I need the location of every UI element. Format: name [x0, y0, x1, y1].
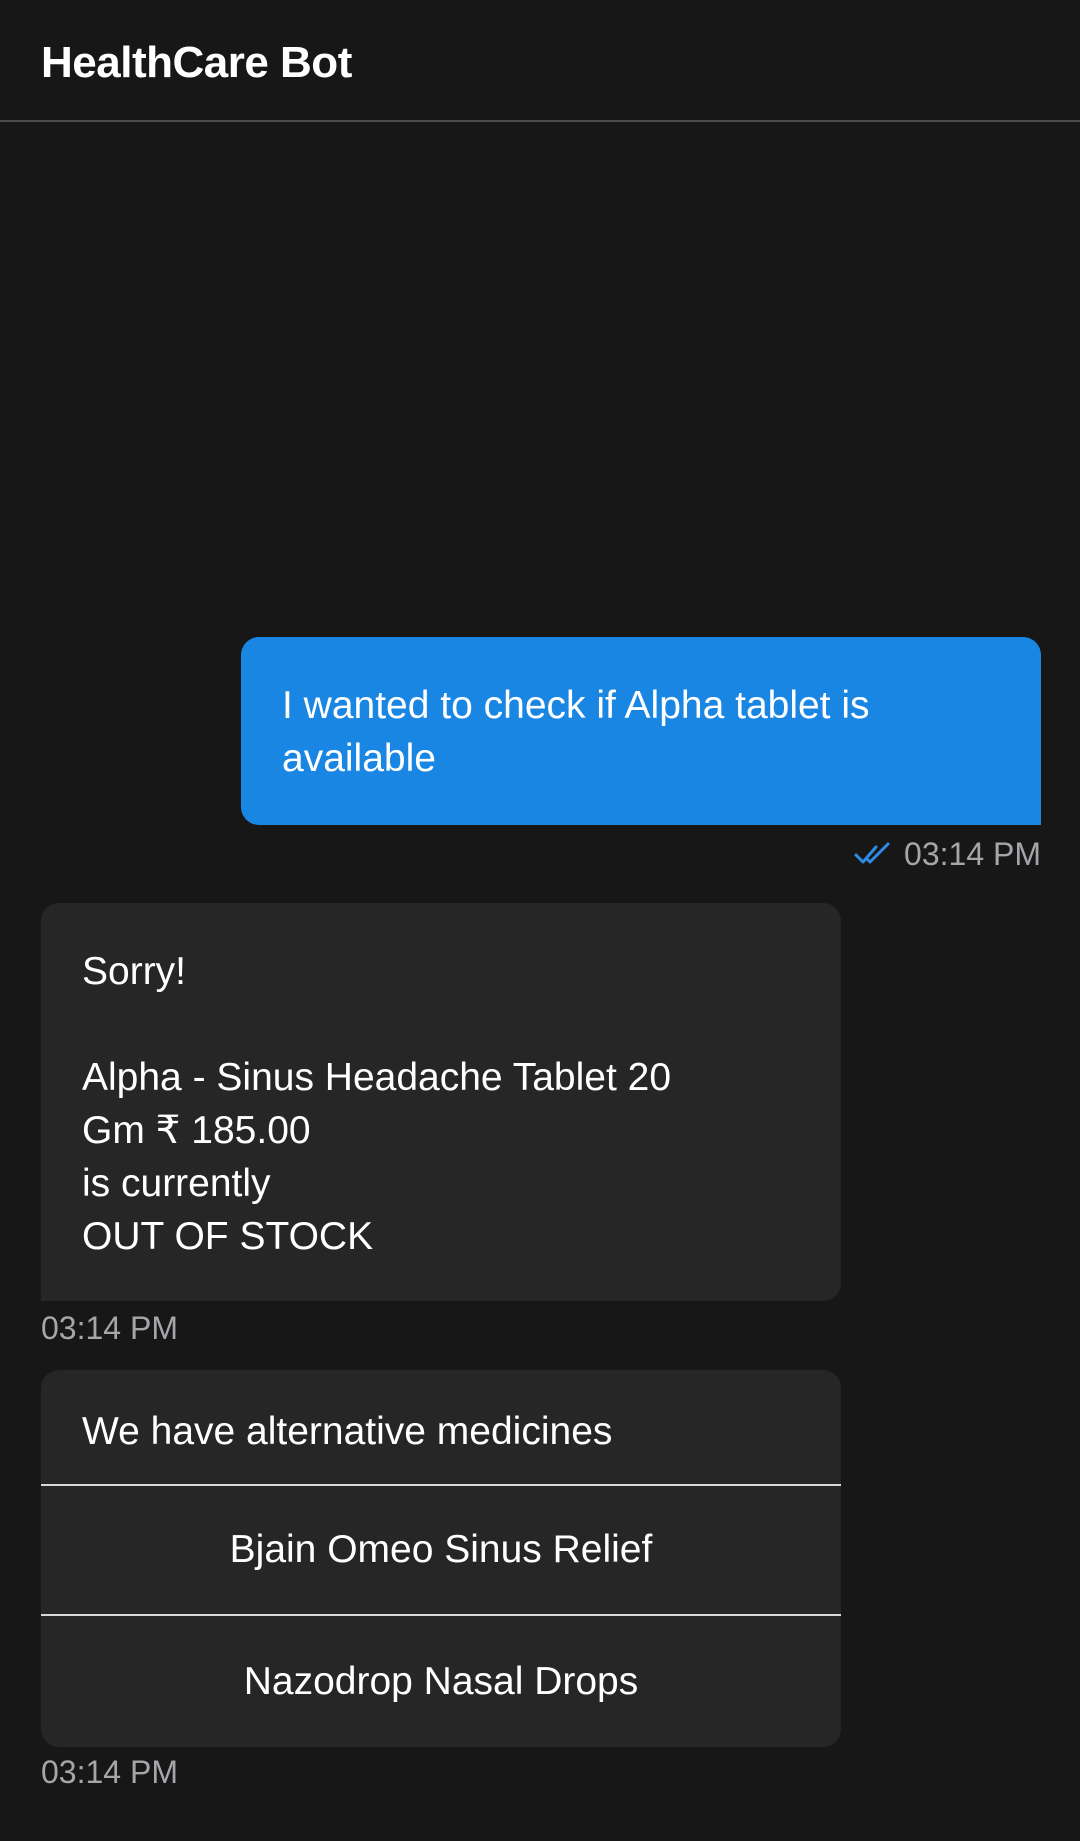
user-message-text: I wanted to check if Alpha tablet is ava… [282, 684, 870, 780]
user-message-time: 03:14 PM [904, 835, 1041, 872]
bot-message-line: Alpha - Sinus Headache Tablet 20 [82, 1056, 672, 1099]
double-check-icon [854, 842, 890, 864]
chat-title: HealthCare Bot [41, 38, 352, 87]
alternatives-time: 03:14 PM [41, 1754, 178, 1790]
divider [41, 1614, 841, 1616]
bot-message-bubble: Sorry! Alpha - Sinus Headache Tablet 20 … [41, 903, 841, 1301]
alternatives-prompt: We have alternative medicines [82, 1410, 613, 1453]
alternatives-card: We have alternative medicines Bjain Omeo… [41, 1370, 841, 1747]
user-message-bubble: I wanted to check if Alpha tablet is ava… [241, 637, 1041, 825]
chat-header: HealthCare Bot [0, 0, 1080, 122]
bot-message-line: Sorry! [82, 950, 187, 993]
bot-message-line: OUT OF STOCK [82, 1215, 374, 1258]
option-button-bjain-omeo[interactable]: Bjain Omeo Sinus Relief [41, 1486, 841, 1614]
user-message-meta: 03:14 PM [854, 834, 1041, 874]
bot-message-line: is currently [82, 1162, 271, 1205]
bot-message-line: Gm ₹ 185.00 [82, 1109, 311, 1152]
bot-message-time: 03:14 PM [41, 1310, 178, 1346]
option-button-nazodrop[interactable]: Nazodrop Nasal Drops [41, 1618, 841, 1746]
